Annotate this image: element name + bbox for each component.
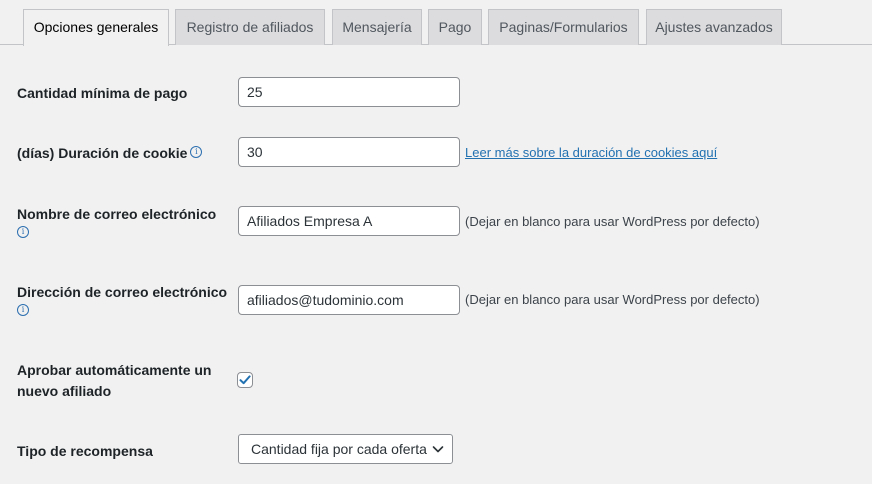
auto-approve-checkbox[interactable]: [237, 372, 253, 388]
min-payment-input[interactable]: [238, 77, 460, 107]
email-address-input[interactable]: [238, 285, 460, 315]
reward-type-select[interactable]: Cantidad fija por cada oferta: [238, 434, 453, 464]
email-address-hint: (Dejar en blanco para usar WordPress por…: [465, 292, 760, 307]
email-name-label: Nombre de correo electrónico: [17, 206, 217, 222]
tab-registro-de-afiliados[interactable]: Registro de afiliados: [175, 9, 325, 45]
tab-ajustes-avanzados[interactable]: Ajustes avanzados: [646, 9, 782, 45]
tab-opciones-generales[interactable]: Opciones generales: [23, 9, 169, 46]
reward-type-selected-value: Cantidad fija por cada oferta: [251, 441, 427, 457]
min-payment-label: Cantidad mínima de pago: [17, 85, 188, 101]
email-name-input[interactable]: [238, 206, 460, 236]
email-name-hint: (Dejar en blanco para usar WordPress por…: [465, 214, 760, 229]
auto-approve-label-line2: nuevo afiliado: [17, 383, 112, 399]
reward-type-label: Tipo de recompensa: [17, 443, 153, 459]
email-address-label: Dirección de correo electrónico: [17, 284, 228, 300]
cookie-duration-info-link[interactable]: Leer más sobre la duración de cookies aq…: [465, 144, 717, 162]
info-icon[interactable]: i: [190, 146, 203, 158]
info-icon[interactable]: i: [17, 304, 29, 316]
info-icon[interactable]: i: [17, 226, 29, 238]
cookie-duration-input[interactable]: [238, 137, 460, 167]
tab-paginas-formularios[interactable]: Paginas/Formularios: [488, 9, 639, 45]
settings-tabs: Opciones generales Registro de afiliados…: [0, 0, 872, 46]
cookie-duration-label-row: (días) Duración de cookie i: [17, 143, 203, 164]
checkmark-icon: [239, 375, 251, 385]
tab-pago[interactable]: Pago: [428, 9, 482, 45]
auto-approve-label-line1: Aprobar automáticamente un: [17, 362, 212, 378]
cookie-duration-label: (días) Duración de cookie: [17, 145, 188, 161]
settings-page: Opciones generales Registro de afiliados…: [0, 0, 872, 484]
tab-mensajeria[interactable]: Mensajería: [332, 9, 422, 45]
chevron-down-icon: [432, 446, 444, 453]
